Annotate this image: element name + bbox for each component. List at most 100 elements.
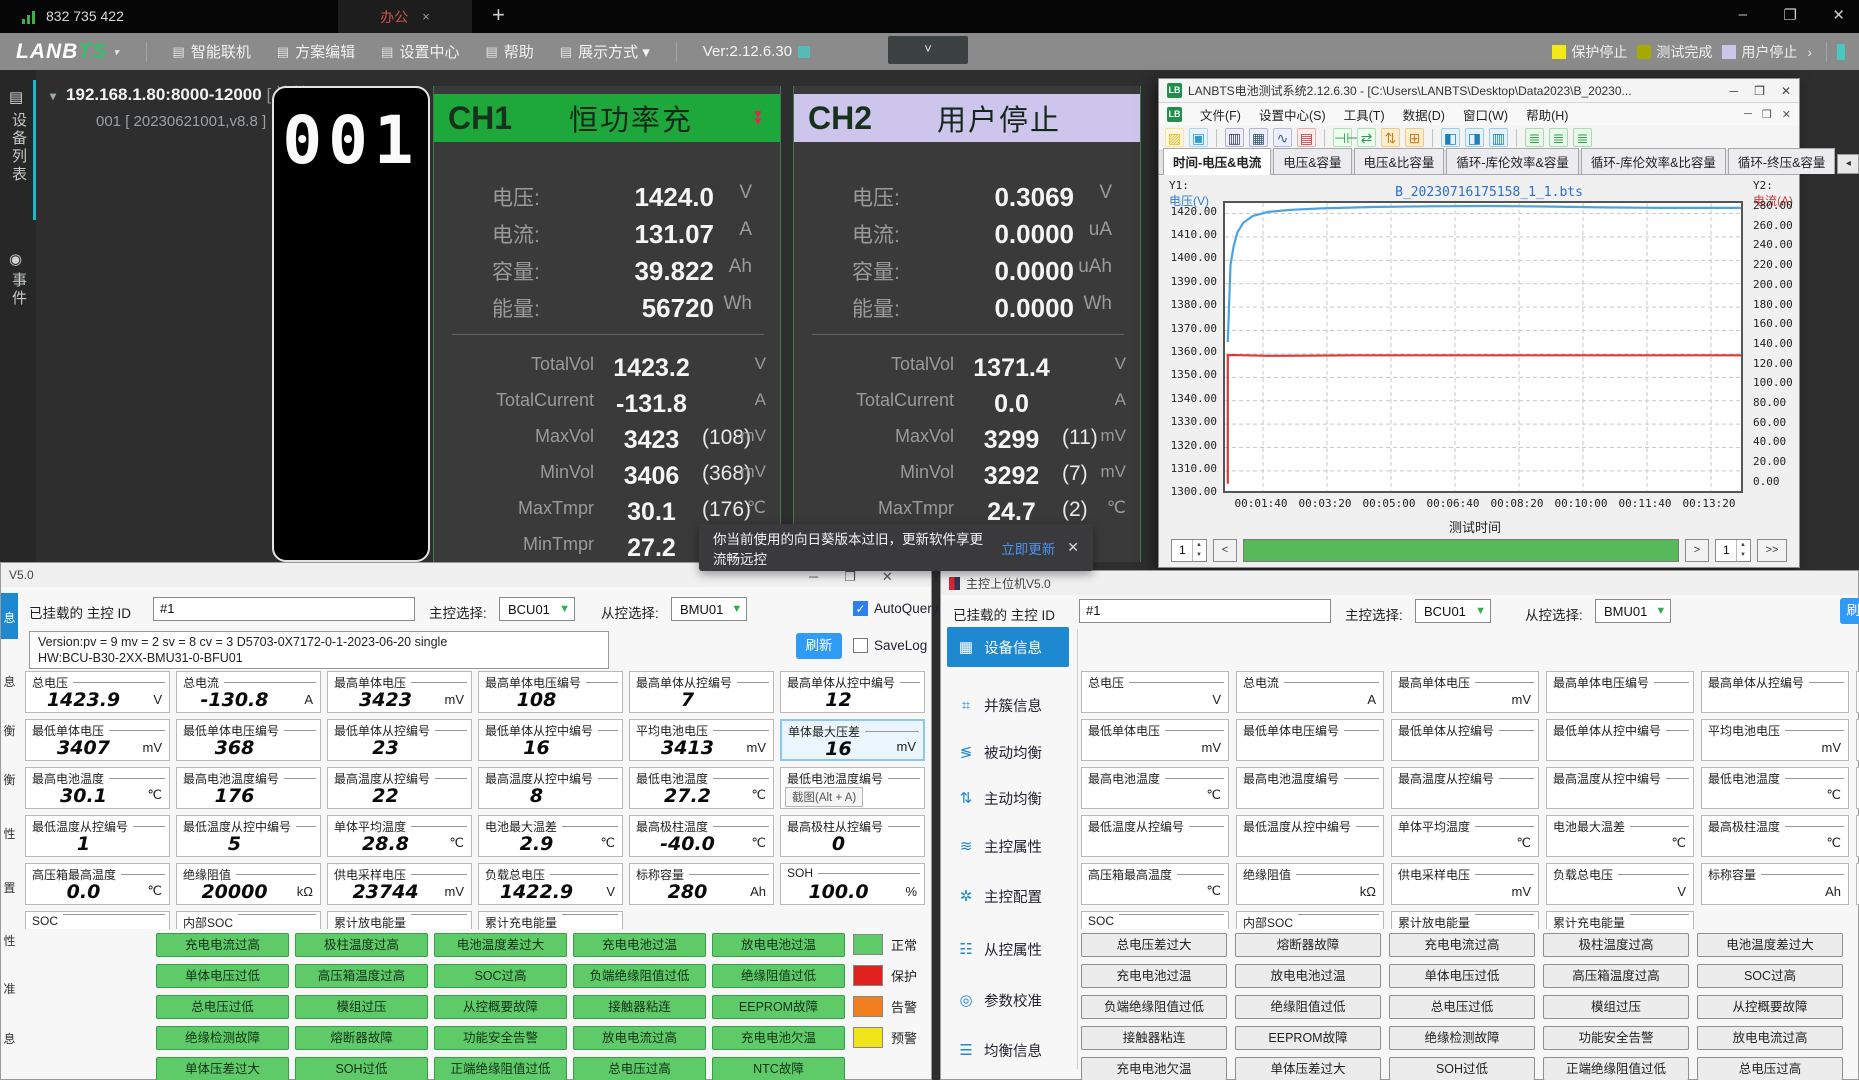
- master-select[interactable]: BCU01▼: [1415, 599, 1491, 623]
- page-last-button[interactable]: >>: [1757, 539, 1787, 562]
- page-spinner-right[interactable]: 1▲▼: [1715, 539, 1751, 562]
- alarm-正端绝缘阻值过低[interactable]: 正端绝缘阻值过低: [1543, 1057, 1689, 1080]
- zoom-frame-icon[interactable]: ⊞: [1405, 128, 1424, 147]
- channel-header[interactable]: CH1 恒功率充 ▼▼: [434, 94, 780, 142]
- menu-item-设备信息[interactable]: ▦设备信息: [947, 627, 1069, 667]
- alarm-充电电池欠温[interactable]: 充电电池欠温: [712, 1026, 845, 1050]
- window-controls[interactable]: ─ ❐ ✕: [809, 569, 893, 585]
- mounted-id-input[interactable]: #1: [1079, 599, 1331, 623]
- alarm-总电压差过大[interactable]: 总电压差过大: [1081, 933, 1227, 957]
- minimize-button[interactable]: ─: [809, 569, 818, 585]
- alarm-总电压过低[interactable]: 总电压过低: [156, 995, 289, 1019]
- alarm-EEPROM故障[interactable]: EEPROM故障: [1235, 1026, 1381, 1050]
- new-tab-button[interactable]: +: [492, 2, 505, 28]
- chart-tab-2[interactable]: 电压&比容量: [1354, 148, 1445, 174]
- alarm-熔断器故障[interactable]: 熔断器故障: [295, 1026, 428, 1050]
- page-progress-bar[interactable]: [1243, 539, 1679, 562]
- window-titlebar[interactable]: 主控上位机V5.0: [941, 571, 1858, 595]
- alarm-高压箱温度过高[interactable]: 高压箱温度过高: [295, 964, 428, 988]
- remote-session-tab[interactable]: 办公 ×: [338, 0, 472, 33]
- mounted-id-input[interactable]: #1: [153, 597, 415, 621]
- alarm-充电电流过高[interactable]: 充电电流过高: [1389, 933, 1535, 957]
- alarm-总电压过高[interactable]: 总电压过高: [1697, 1057, 1843, 1080]
- refresh-button[interactable]: 刷新: [796, 633, 842, 659]
- alarm-放电电流过高[interactable]: 放电电流过高: [573, 1026, 706, 1050]
- plot-area[interactable]: [1223, 201, 1743, 493]
- side-tab-1[interactable]: 衡: [1, 722, 18, 739]
- tree-host-node[interactable]: ▾192.168.1.80:8000-12000 [ 连接: [50, 80, 310, 105]
- side-tab-active[interactable]: 息: [1, 593, 18, 639]
- alarm-总电压过高[interactable]: 总电压过高: [573, 1057, 706, 1080]
- save-icon[interactable]: ▣: [1189, 128, 1208, 147]
- alarm-功能安全告警[interactable]: 功能安全告警: [1543, 1026, 1689, 1050]
- side-tab-6[interactable]: 准: [1, 980, 18, 997]
- split-x-icon[interactable]: ⊣⊢: [1333, 128, 1352, 147]
- chart-window-titlebar[interactable]: LB LANBTS电池测试系统2.12.6.30 - [C:\Users\LAN…: [1159, 79, 1799, 103]
- chart-window-control-2[interactable]: ✕: [1781, 84, 1791, 98]
- alarm-接触器粘连[interactable]: 接触器粘连: [573, 995, 706, 1019]
- alarm-绝缘检测故障[interactable]: 绝缘检测故障: [156, 1026, 289, 1050]
- alarm-负端绝缘阻值过低[interactable]: 负端绝缘阻值过低: [1081, 995, 1227, 1019]
- list-2-icon[interactable]: ≣: [1549, 128, 1568, 147]
- menu-item-参数校准[interactable]: ◎参数校准: [947, 980, 1069, 1020]
- alarm-从控概要故障[interactable]: 从控概要故障: [434, 995, 567, 1019]
- rail-tab-device-list[interactable]: 设备列表: [8, 112, 29, 184]
- toast-update-link[interactable]: 立即更新: [1001, 538, 1055, 558]
- alarm-熔断器故障[interactable]: 熔断器故障: [1235, 933, 1381, 957]
- side-tab-2[interactable]: 衡: [1, 771, 18, 788]
- alarm-单体电压过低[interactable]: 单体电压过低: [156, 964, 289, 988]
- alarm-负端绝缘阻值过低[interactable]: 负端绝缘阻值过低: [573, 964, 706, 988]
- menu-item-主控属性[interactable]: ≋主控属性: [947, 826, 1069, 866]
- alarm-放电电池过温[interactable]: 放电电池过温: [712, 933, 845, 957]
- chart-menu-5[interactable]: 帮助(H): [1526, 105, 1568, 124]
- chart-tab-4[interactable]: 循环-库伦效率&比容量: [1581, 148, 1726, 174]
- alarm-电池温度差过大[interactable]: 电池温度差过大: [1697, 933, 1843, 957]
- side-tab-5[interactable]: 性: [1, 932, 18, 949]
- mdi-control-1[interactable]: ❒: [1762, 108, 1772, 121]
- menubar-item-2[interactable]: ▤设置中心: [381, 41, 459, 62]
- menubar-dropdown-button[interactable]: ˅: [888, 36, 968, 64]
- alarm-充电电池过温[interactable]: 充电电池过温: [573, 933, 706, 957]
- alarm-SOH过低[interactable]: SOH过低: [1389, 1057, 1535, 1080]
- page-prev-button[interactable]: <: [1213, 539, 1237, 562]
- alarm-单体电压过低[interactable]: 单体电压过低: [1389, 964, 1535, 988]
- chart-tab-5[interactable]: 循环-终压&容量: [1728, 148, 1836, 174]
- alarm-EEPROM故障[interactable]: EEPROM故障: [712, 995, 845, 1019]
- alarm-单体压差过大[interactable]: 单体压差过大: [1235, 1057, 1381, 1080]
- tab-close-icon[interactable]: ×: [422, 9, 430, 24]
- page-spinner-left[interactable]: 1▲▼: [1171, 539, 1207, 562]
- slave-select[interactable]: BMU01▼: [1595, 599, 1671, 623]
- chart-menu-4[interactable]: 窗口(W): [1463, 105, 1508, 124]
- chart-tab-3[interactable]: 循环-库伦效率&容量: [1446, 148, 1579, 174]
- alarm-单体压差过大[interactable]: 单体压差过大: [156, 1057, 289, 1080]
- menubar-item-0[interactable]: ▤智能联机: [173, 41, 251, 62]
- alarm-绝缘检测故障[interactable]: 绝缘检测故障: [1389, 1026, 1535, 1050]
- slave-select[interactable]: BMU01▼: [671, 597, 747, 621]
- tab-scroll-left[interactable]: ◂: [1837, 154, 1859, 174]
- menubar-item-1[interactable]: ▤方案编辑: [277, 41, 355, 62]
- tree-collapse-icon[interactable]: ▾: [50, 89, 56, 103]
- chart-window-controls[interactable]: ─❒✕: [1730, 84, 1791, 98]
- chart-window-control-0[interactable]: ─: [1730, 84, 1739, 98]
- side-tab-0[interactable]: 息: [1, 673, 18, 690]
- curve-icon[interactable]: ∿: [1273, 128, 1292, 147]
- alarm-放电电流过高[interactable]: 放电电流过高: [1697, 1026, 1843, 1050]
- legend-expand-arrow[interactable]: ›: [1807, 44, 1812, 60]
- list-1-icon[interactable]: ≣: [1525, 128, 1544, 147]
- schedule-icon[interactable]: ▤: [1297, 128, 1316, 147]
- refresh-button[interactable]: 刷新: [1840, 598, 1859, 624]
- layout-right-icon[interactable]: ◨: [1465, 128, 1484, 147]
- chart-menu-0[interactable]: 文件(F): [1200, 105, 1241, 124]
- alarm-极柱温度过高[interactable]: 极柱温度过高: [295, 933, 428, 957]
- side-tab-3[interactable]: 性: [1, 825, 18, 842]
- alarm-极柱温度过高[interactable]: 极柱温度过高: [1543, 933, 1689, 957]
- chart-menu-3[interactable]: 数据(D): [1403, 105, 1445, 124]
- page-next-button[interactable]: >: [1685, 539, 1709, 562]
- mdi-control-0[interactable]: ─: [1744, 108, 1752, 121]
- alarm-NTC故障[interactable]: NTC故障: [712, 1057, 845, 1080]
- tree-device-node[interactable]: 001 [ 20230621001,v8.8 ]: [96, 113, 266, 130]
- alarm-正端绝缘阻值过低[interactable]: 正端绝缘阻值过低: [434, 1057, 567, 1080]
- channel-header[interactable]: CH2 用户停止: [794, 94, 1140, 142]
- alarm-放电电池过温[interactable]: 放电电池过温: [1235, 964, 1381, 988]
- menubar-item-3[interactable]: ▤帮助: [485, 41, 533, 62]
